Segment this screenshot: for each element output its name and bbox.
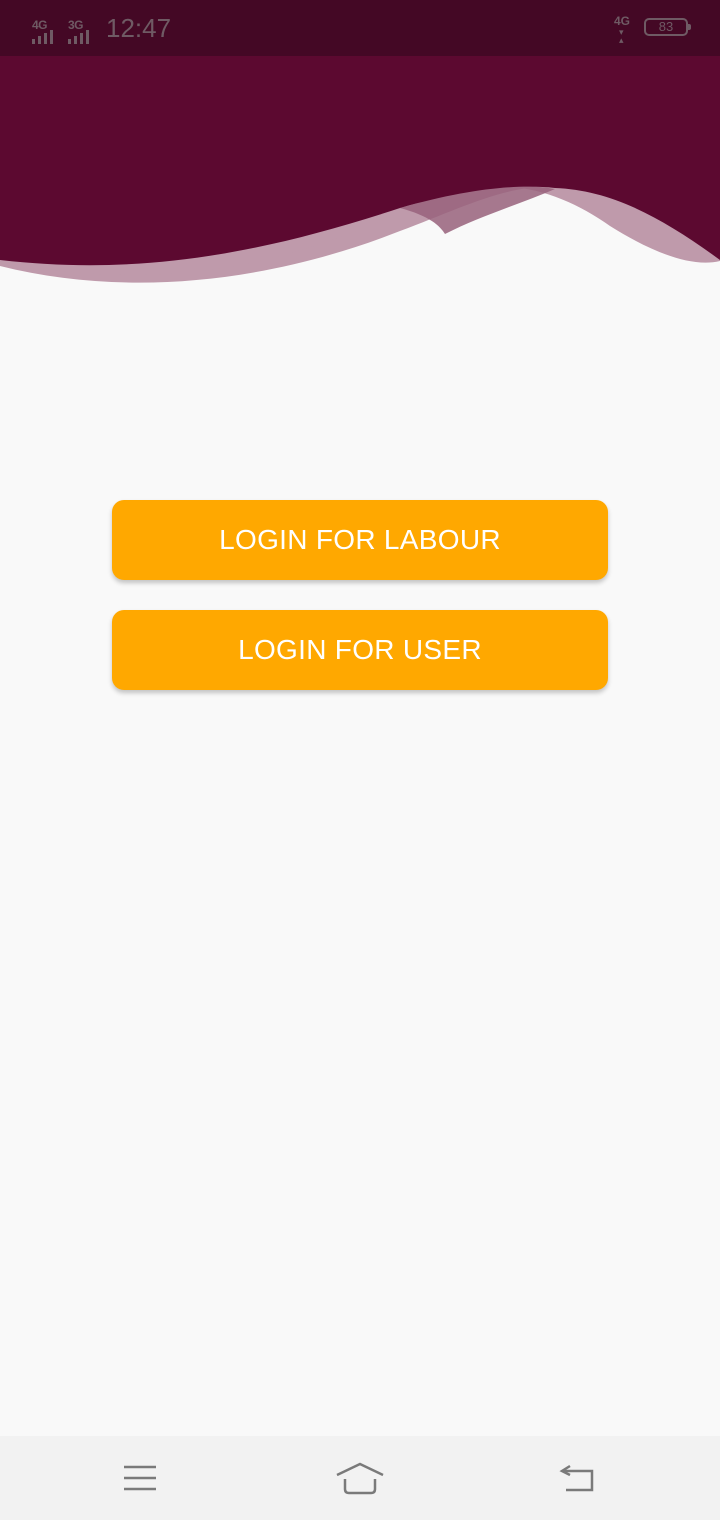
home-icon[interactable] [330, 1456, 390, 1500]
navigation-bar [0, 1436, 720, 1520]
login-labour-button[interactable]: LOGIN FOR LABOUR [112, 500, 608, 580]
data-activity-icon: 4G ▾ ▴ [614, 14, 631, 45]
back-icon[interactable] [548, 1456, 608, 1500]
login-options: LOGIN FOR LABOUR LOGIN FOR USER [112, 500, 608, 690]
header-wave [0, 56, 720, 283]
menu-icon[interactable] [110, 1456, 170, 1500]
status-bar: 4G 3G 12:47 4G ▾ ▴ 83 [0, 0, 720, 56]
battery-icon: 83 [644, 18, 691, 36]
status-time: 12:47 [106, 13, 172, 43]
login-user-button[interactable]: LOGIN FOR USER [112, 610, 608, 690]
battery-level: 83 [658, 19, 674, 34]
status-right: 4G ▾ ▴ 83 [614, 14, 691, 45]
signal-3g-icon: 3G [66, 16, 96, 46]
network-type-right: 4G [614, 14, 631, 28]
signal-4g-icon: 4G [30, 16, 60, 46]
status-left: 4G 3G 12:47 [30, 10, 171, 46]
login-choice-screen: 4G 3G 12:47 4G ▾ ▴ 83 LOGIN FOR LABOUR L… [0, 0, 720, 1520]
